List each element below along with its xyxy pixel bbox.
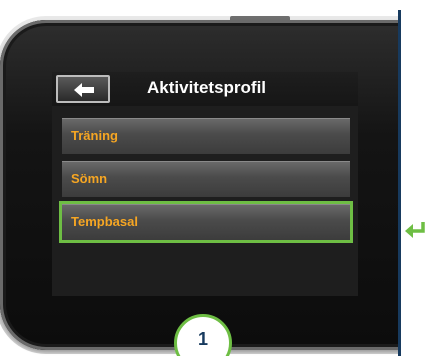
menu-item-tempbasal[interactable]: Tempbasal [59, 201, 353, 243]
menu-item-label: Tempbasal [71, 214, 138, 229]
menu-item-somn[interactable]: Sömn [62, 161, 350, 197]
back-arrow-icon [74, 83, 94, 97]
page-title: Aktivitetsprofil [147, 78, 267, 97]
screen-header: Aktivitetsprofil [52, 72, 358, 106]
stage: Aktivitetsprofil Träning Sömn Tempbasal … [0, 0, 441, 356]
right-margin [401, 0, 441, 356]
device-screen: Aktivitetsprofil Träning Sömn Tempbasal [52, 72, 358, 296]
menu-item-label: Träning [71, 128, 118, 143]
vertical-divider [398, 10, 401, 356]
step-number: 1 [197, 329, 208, 349]
back-button[interactable] [56, 75, 110, 103]
menu-item-traning[interactable]: Träning [62, 118, 350, 154]
activity-profile-menu: Träning Sömn Tempbasal [59, 118, 353, 247]
return-arrow-icon [405, 222, 425, 238]
menu-item-label: Sömn [71, 171, 108, 186]
